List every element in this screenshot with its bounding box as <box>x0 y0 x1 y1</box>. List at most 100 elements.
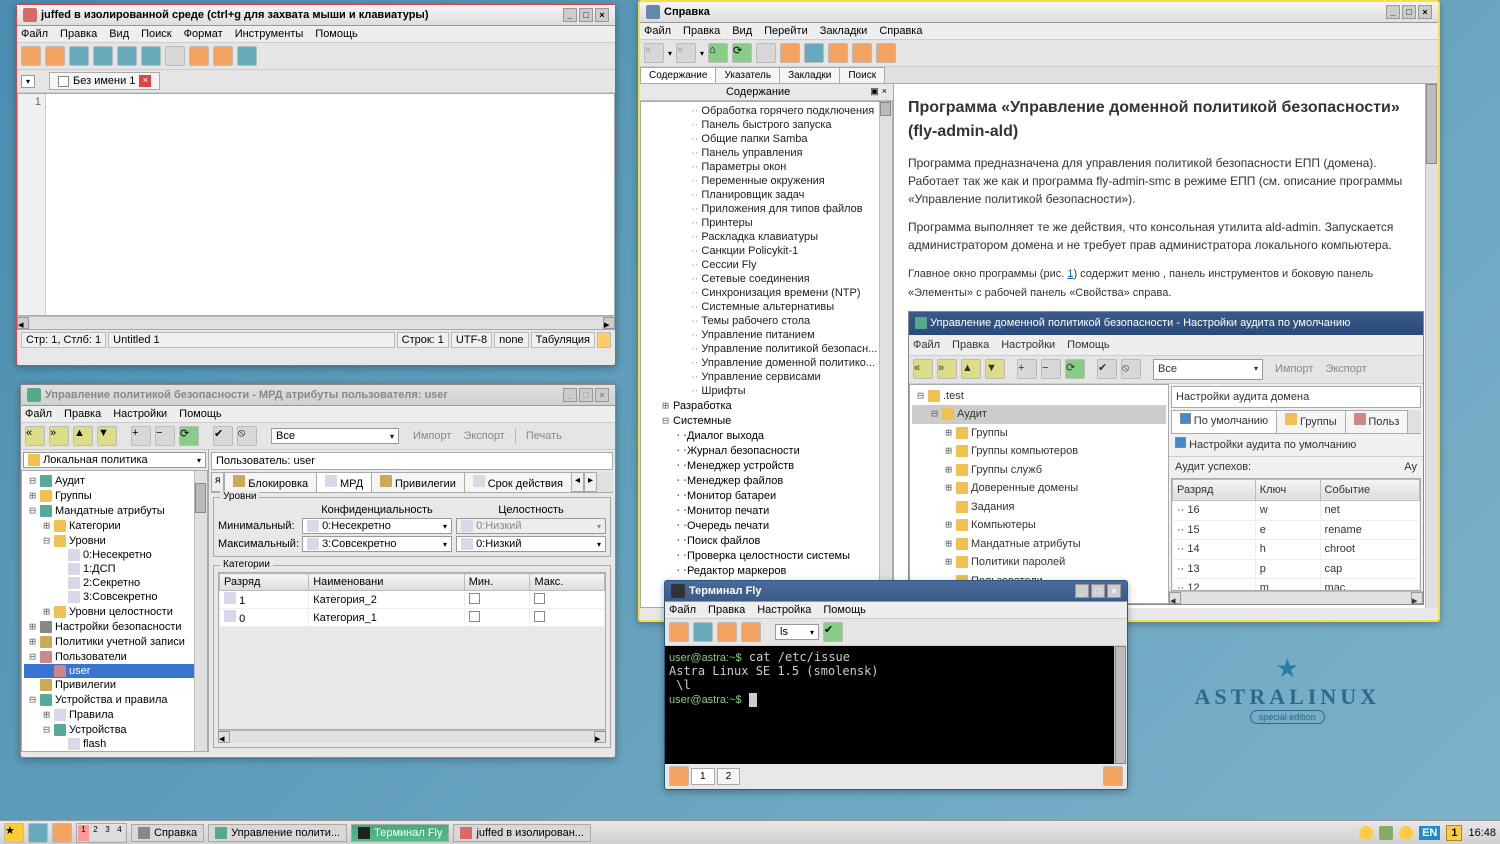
new-tab-icon[interactable] <box>669 622 689 642</box>
panel-float-icon[interactable]: ▣ <box>870 86 879 98</box>
redo-icon[interactable] <box>141 46 161 66</box>
tree-node[interactable]: ··Очередь печати <box>643 518 890 533</box>
tree-node[interactable]: ⊟Пользователи <box>24 649 205 664</box>
status-indent[interactable]: Табуляция <box>531 332 595 348</box>
export-button[interactable]: Экспорт <box>463 430 504 442</box>
paste-icon[interactable] <box>741 622 761 642</box>
minimize-button[interactable]: _ <box>563 8 577 22</box>
zoom-reset-icon[interactable] <box>876 43 896 63</box>
minimize-button[interactable]: _ <box>1075 584 1089 598</box>
tree-node[interactable]: ⊞Категории <box>24 518 205 533</box>
status-encoding[interactable]: UTF-8 <box>451 332 492 348</box>
tab-expiry[interactable]: Срок действия <box>464 472 572 492</box>
paste-icon[interactable] <box>213 46 233 66</box>
clock[interactable]: 16:48 <box>1468 827 1496 839</box>
updates-icon[interactable] <box>1359 826 1373 840</box>
tree-node[interactable]: flash <box>24 737 205 751</box>
find-icon[interactable] <box>237 46 257 66</box>
tree-node[interactable]: ··Проверка целостности системы <box>643 548 890 563</box>
tab-scroll-left[interactable]: ◂ <box>571 472 584 492</box>
tree-node[interactable]: ··Редактор маркеров <box>643 563 890 578</box>
max-check[interactable] <box>534 611 545 622</box>
tab-close-icon[interactable]: × <box>139 75 151 87</box>
tab-bookmarks[interactable]: Закладки <box>779 67 840 83</box>
menu-edit[interactable]: Правка <box>64 408 101 420</box>
help-titlebar[interactable]: Справка _□× <box>640 2 1438 23</box>
tab-priv[interactable]: Привилегии <box>371 472 465 492</box>
start-button[interactable]: ★ <box>4 823 24 843</box>
workspace-indicator[interactable]: 1 <box>1446 825 1462 841</box>
editor-hscroll[interactable]: ◂▸ <box>17 316 615 329</box>
tree-node[interactable]: 1:ДСП <box>24 562 205 576</box>
tree-node[interactable]: Санкции Policykit-1 <box>643 244 890 258</box>
tree-node[interactable]: Системные альтернативы <box>643 300 890 314</box>
copy-icon[interactable] <box>189 46 209 66</box>
tab-index[interactable]: Указатель <box>715 67 780 83</box>
new-icon[interactable] <box>21 46 41 66</box>
tree-node[interactable]: Управление сервисами <box>643 370 890 384</box>
tab-list-icon[interactable] <box>1103 766 1123 786</box>
min-conf-select[interactable]: 0:Несекретно▾ <box>302 518 452 534</box>
menu-format[interactable]: Формат <box>184 28 223 40</box>
home-icon[interactable]: ⌂ <box>708 43 728 63</box>
policy-tree[interactable]: ⊟Аудит⊞Группы⊟Мандатные атрибуты⊞Категор… <box>21 470 208 752</box>
tree-node[interactable]: ⊟Системные <box>643 413 890 428</box>
tree-node[interactable]: ··Менеджер файлов <box>643 473 890 488</box>
menu-view[interactable]: Вид <box>109 28 129 40</box>
tree-node[interactable]: ··Монитор печати <box>643 503 890 518</box>
menu-help[interactable]: Помощь <box>823 604 866 616</box>
zoom-in-icon[interactable] <box>828 43 848 63</box>
maximize-button[interactable]: □ <box>579 8 593 22</box>
status-eol[interactable]: none <box>494 332 528 348</box>
tree-node[interactable]: ⊟Аудит <box>24 473 205 488</box>
tree-node[interactable]: ⊞Уровни целостности <box>24 604 205 619</box>
menu-go[interactable]: Перейти <box>764 25 808 37</box>
menu-edit[interactable]: Правка <box>708 604 745 616</box>
cancel-icon[interactable]: ⦸ <box>237 426 257 446</box>
refresh-icon[interactable]: ⟳ <box>179 426 199 446</box>
menu-settings[interactable]: Настройка <box>757 604 811 616</box>
close-button[interactable]: × <box>1107 584 1121 598</box>
lang-indicator[interactable]: EN <box>1419 826 1440 840</box>
content-scroll[interactable] <box>1425 84 1438 608</box>
task-juffed[interactable]: juffed в изолирован... <box>453 824 591 842</box>
pager[interactable]: 12 34 <box>76 823 127 843</box>
tree-node[interactable]: Сетевые соединения <box>643 272 890 286</box>
tree-node[interactable]: 3:Совсекретно <box>24 590 205 604</box>
menu-edit[interactable]: Правка <box>683 25 720 37</box>
tree-scroll[interactable] <box>194 471 207 751</box>
run-icon[interactable]: ✔ <box>823 622 843 642</box>
terminal-output[interactable]: user@astra:~$ cat /etc/issue Astra Linux… <box>665 646 1127 764</box>
menu-help[interactable]: Помощь <box>179 408 222 420</box>
scope-select[interactable]: Локальная политика▾ <box>23 452 206 468</box>
maximize-button[interactable]: □ <box>1091 584 1105 598</box>
tree-node[interactable]: 2:Секретно <box>24 576 205 590</box>
tree-node[interactable]: Управление доменной политико... <box>643 356 890 370</box>
task-terminal[interactable]: Терминал Fly <box>351 824 449 842</box>
menu-file[interactable]: Файл <box>25 408 52 420</box>
network-icon[interactable] <box>1379 826 1393 840</box>
tree-node[interactable]: ⊟Устройства <box>24 722 205 737</box>
saveall-icon[interactable] <box>93 46 113 66</box>
tree-node[interactable]: Управление питанием <box>643 328 890 342</box>
add-tab-icon[interactable] <box>669 766 689 786</box>
menu-file[interactable]: Файл <box>21 28 48 40</box>
menu-help[interactable]: Справка <box>879 25 922 37</box>
tree-node[interactable]: ··Монитор батареи <box>643 488 890 503</box>
maximize-button[interactable]: □ <box>1402 5 1416 19</box>
tree-node[interactable]: ··Журнал безопасности <box>643 443 890 458</box>
undo-icon[interactable] <box>117 46 137 66</box>
tab-block[interactable]: Блокировка <box>224 472 317 492</box>
tree-scroll[interactable] <box>879 102 892 607</box>
task-policy[interactable]: Управление полити... <box>208 824 347 842</box>
forward-icon[interactable]: » <box>676 43 696 63</box>
tab-prev[interactable]: я <box>211 472 224 492</box>
min-check[interactable] <box>469 593 480 604</box>
editor-area[interactable]: 1 <box>17 93 615 316</box>
cmd-select[interactable]: ls▾ <box>775 624 819 640</box>
tree-node[interactable]: ⊟Устройства и правила <box>24 692 205 707</box>
max-check[interactable] <box>534 593 545 604</box>
apply-icon[interactable]: ✔ <box>213 426 233 446</box>
tree-node[interactable]: ⊞Правила <box>24 707 205 722</box>
tree-node[interactable]: Темы рабочего стола <box>643 314 890 328</box>
